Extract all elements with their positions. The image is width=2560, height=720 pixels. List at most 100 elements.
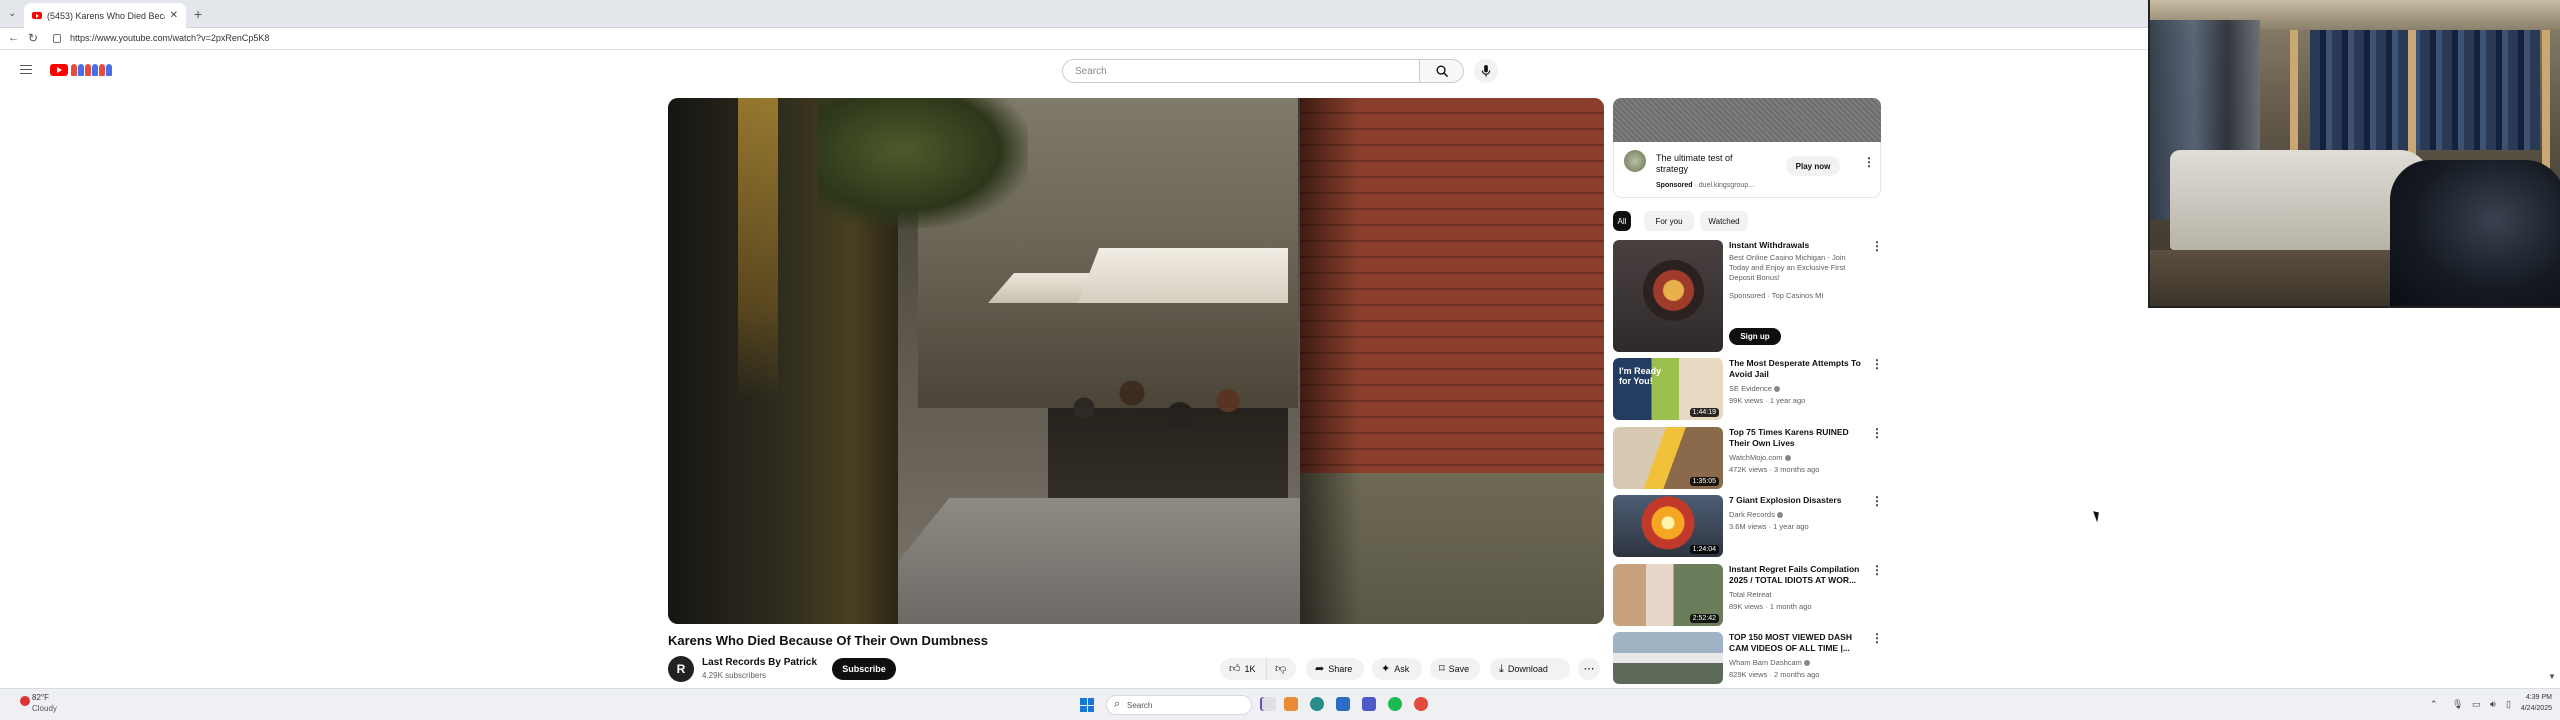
verified-icon	[1803, 660, 1810, 667]
dislike-button[interactable]: 👎︎	[1266, 658, 1296, 680]
voice-search-button[interactable]	[1474, 59, 1498, 83]
download-label: Download	[1507, 664, 1548, 674]
recommendation[interactable]: TOP 150 MOST VIEWED DASH CAM VIDEOS OF A…	[1613, 632, 1883, 686]
new-tab-plus-icon[interactable]: +	[194, 6, 202, 22]
thumbnail[interactable]: 1:24:04	[1613, 495, 1723, 557]
teams-icon[interactable]	[1362, 697, 1376, 711]
rec-title[interactable]: Instant Withdrawals	[1729, 240, 1865, 251]
spotify-icon[interactable]	[1388, 697, 1402, 711]
scene-cafe-patrons	[1048, 348, 1288, 498]
rec-channel[interactable]: WatchMojo.com	[1729, 453, 1791, 462]
ad-banner-image[interactable]	[1613, 98, 1881, 142]
rec-title[interactable]: Instant Regret Fails Compilation 2025 / …	[1729, 564, 1865, 586]
rec-meta: Sponsored · Top Casinos MI	[1729, 291, 1824, 300]
save-label: Save	[1448, 664, 1470, 674]
file-explorer-icon[interactable]	[1284, 697, 1298, 711]
search-input[interactable]: Search	[1062, 59, 1420, 83]
weather-condition[interactable]: Cloudy	[32, 704, 57, 713]
rec-channel[interactable]: SE Evidence	[1729, 384, 1780, 393]
windows-start-icon[interactable]	[1080, 698, 1094, 712]
tab-title: (5453) Karens Who Died Becau	[47, 10, 165, 21]
rec-more-icon[interactable]: ⋮	[1871, 240, 1883, 252]
outlook-icon[interactable]	[1336, 697, 1350, 711]
download-button[interactable]: ⤓ Download	[1490, 658, 1570, 680]
volume-icon[interactable]: 🔊︎	[2490, 699, 2496, 710]
play-now-button[interactable]: Play now	[1786, 156, 1840, 176]
ad-title[interactable]: The ultimate test of strategy	[1656, 153, 1766, 175]
clock-date[interactable]: 4/24/2025	[2510, 705, 2552, 712]
chip-watched[interactable]: Watched	[1700, 211, 1748, 231]
rec-channel-name[interactable]: Total Retreat	[1729, 590, 1772, 599]
duration-badge: 2:52:42	[1689, 614, 1719, 623]
recommendation[interactable]: 1:35:05 Top 75 Times Karens RUINED Their…	[1613, 427, 1883, 491]
share-button[interactable]: ➦ Share	[1306, 658, 1364, 680]
rec-more-icon[interactable]: ⋮	[1871, 632, 1883, 644]
chrome-icon[interactable]	[1414, 697, 1428, 711]
chip-for-you[interactable]: For you	[1644, 211, 1694, 231]
like-button[interactable]: 👍︎ 1K	[1220, 658, 1266, 680]
rec-title[interactable]: The Most Desperate Attempts To Avoid Jai…	[1729, 358, 1865, 380]
webcam-chair	[2390, 160, 2560, 306]
microphone-tray-icon[interactable]: 🎙︎	[2452, 699, 2463, 710]
youtube-logo-icon[interactable]	[50, 64, 68, 76]
rec-more-icon[interactable]: ⋮	[1871, 495, 1883, 507]
rec-channel[interactable]: Wham Bam Dashcam	[1729, 658, 1810, 667]
ad-more-icon[interactable]: ⋮	[1863, 156, 1875, 168]
edge-browser-icon[interactable]	[1310, 697, 1324, 711]
back-arrow-icon[interactable]: ←	[8, 32, 19, 44]
recommendation[interactable]: 2:52:42 Instant Regret Fails Compilation…	[1613, 564, 1883, 628]
rec-channel-name: Dark Records	[1729, 510, 1775, 519]
rec-meta: 3.6M views · 1 year ago	[1729, 522, 1809, 531]
weather-icon[interactable]	[20, 696, 30, 706]
thumbnail[interactable]: I'm Ready for You! 1:44:19	[1613, 358, 1723, 420]
rec-meta: 89K views · 1 month ago	[1729, 602, 1812, 611]
rec-more-icon[interactable]: ⋮	[1871, 358, 1883, 370]
verified-icon	[1773, 386, 1780, 393]
ad-card[interactable]: The ultimate test of strategy Sponsored …	[1613, 142, 1881, 198]
subscriber-count: 4.29K subscribers	[702, 671, 767, 680]
more-actions-button[interactable]: ⋯	[1578, 658, 1600, 680]
rec-more-icon[interactable]: ⋮	[1871, 427, 1883, 439]
recommendation[interactable]: 1:24:04 7 Giant Explosion Disasters Dark…	[1613, 495, 1883, 559]
rec-more-icon[interactable]: ⋮	[1871, 564, 1883, 576]
tab-close-icon[interactable]: ✕	[170, 10, 178, 21]
taskbar-search[interactable]: Search	[1106, 695, 1252, 715]
recommendation-sponsored[interactable]: Instant Withdrawals Best Online Casino M…	[1613, 240, 1883, 352]
thumbnail[interactable]: 2:52:42	[1613, 564, 1723, 626]
thumbnail[interactable]	[1613, 240, 1723, 352]
video-player[interactable]	[668, 98, 1604, 624]
youtube-doodle-logo[interactable]	[71, 64, 112, 76]
thumbnail[interactable]: 1:35:05	[1613, 427, 1723, 489]
channel-avatar[interactable]: R	[668, 656, 694, 682]
save-button[interactable]: ⌑ Save	[1430, 658, 1480, 680]
rec-title[interactable]: Top 75 Times Karens RUINED Their Own Liv…	[1729, 427, 1865, 449]
url-field[interactable]: https://www.youtube.com/watch?v=2pxRenCp…	[70, 33, 269, 43]
rec-meta: 99K views · 1 year ago	[1729, 396, 1806, 405]
widget-icon[interactable]	[1262, 697, 1276, 711]
sign-up-button[interactable]: Sign up	[1729, 328, 1781, 345]
scroll-down-arrow-icon[interactable]: ▼	[2548, 672, 2556, 681]
recommendation[interactable]: I'm Ready for You! 1:44:19 The Most Desp…	[1613, 358, 1883, 422]
weather-temperature[interactable]: 82°F	[32, 693, 49, 702]
chip-all[interactable]: All	[1613, 211, 1631, 231]
screen: { "browser": { "tab_title": "(5453) Kare…	[0, 0, 2560, 720]
webcam-overlay	[2148, 0, 2560, 308]
thumbs-down-icon: 👎︎	[1275, 662, 1287, 675]
duration-badge: 1:44:19	[1689, 408, 1719, 417]
search-button[interactable]	[1420, 59, 1464, 83]
browser-tab-active[interactable]: (5453) Karens Who Died Becau ✕	[24, 3, 186, 28]
site-info-icon[interactable]	[53, 34, 61, 43]
clock-time[interactable]: 4:39 PM	[2520, 694, 2552, 701]
ask-button[interactable]: ✦ Ask	[1372, 658, 1422, 680]
subscribe-button[interactable]: Subscribe	[832, 658, 896, 680]
network-icon[interactable]: ▭	[2472, 699, 2481, 710]
rec-title[interactable]: TOP 150 MOST VIEWED DASH CAM VIDEOS OF A…	[1729, 632, 1865, 654]
rec-title[interactable]: 7 Giant Explosion Disasters	[1729, 495, 1865, 506]
tab-search-chevron-icon[interactable]: ⌄	[8, 8, 16, 19]
guide-menu-icon[interactable]	[20, 65, 32, 74]
tray-chevron-icon[interactable]: ⌃	[2430, 699, 2438, 710]
rec-channel[interactable]: Dark Records	[1729, 510, 1783, 519]
thumbnail[interactable]	[1613, 632, 1723, 684]
channel-name[interactable]: Last Records By Patrick	[702, 657, 817, 668]
reload-icon[interactable]: ↻	[28, 31, 38, 45]
